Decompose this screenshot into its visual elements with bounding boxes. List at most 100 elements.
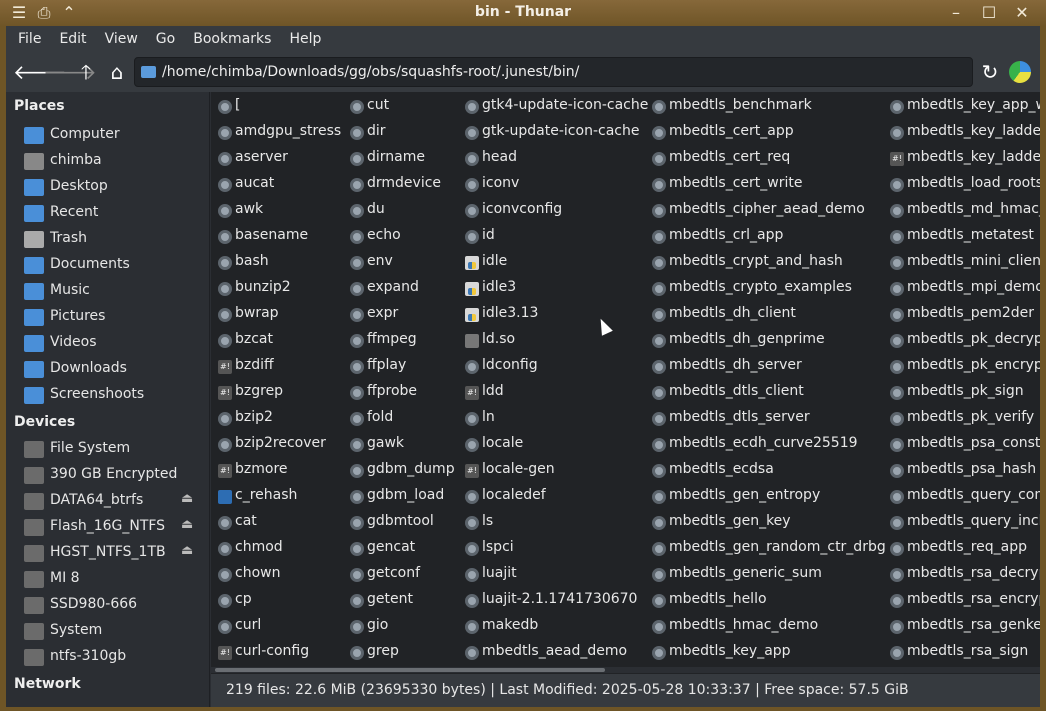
executable-gear-icon [350, 568, 364, 582]
sidebar-item-documents[interactable]: Documents [24, 254, 208, 276]
file-name: locale-gen [482, 461, 555, 477]
file-name: locale [482, 435, 524, 451]
sidebar-item-music[interactable]: Music [24, 280, 208, 302]
executable-gear-icon [218, 178, 232, 192]
file-name: curl [235, 617, 262, 633]
executable-gear-icon [890, 464, 904, 478]
executable-gear-icon [465, 568, 479, 582]
drive-icon [24, 545, 44, 562]
executable-gear-icon [350, 256, 364, 270]
sidebar-item-recent[interactable]: Recent [24, 202, 208, 224]
executable-gear-icon [890, 412, 904, 426]
executable-gear-icon [350, 594, 364, 608]
file-name: mbedtls_cert_write [669, 175, 803, 191]
drive-icon [24, 571, 44, 588]
file-name: mbedtls_rsa_sign [907, 643, 1029, 659]
file-name: mbedtls_gen_random_ctr_drbg [669, 539, 886, 555]
executable-gear-icon [890, 230, 904, 244]
file-name: bzip2recover [235, 435, 326, 451]
eject-icon[interactable]: ⏏ [181, 517, 193, 532]
sidebar-item-videos[interactable]: Videos [24, 332, 208, 354]
file-name: [ [235, 97, 241, 113]
menu-bar: File Edit View Go Bookmarks Help [6, 26, 1040, 52]
reload-icon[interactable]: ↻ [978, 60, 1002, 84]
back-icon[interactable]: 🡐 [13, 60, 67, 84]
file-name: luajit-2.1.1741730670 [482, 591, 638, 607]
menu-file[interactable]: File [9, 31, 50, 47]
maximize-icon[interactable]: ☐ [978, 3, 1000, 23]
executable-gear-icon [350, 308, 364, 322]
file-name: mbedtls_crypto_examples [669, 279, 852, 295]
menu-go[interactable]: Go [147, 31, 184, 47]
executable-gear-icon [890, 568, 904, 582]
file-name: mbedtls_dtls_server [669, 409, 810, 425]
up-icon[interactable]: 🡑 [74, 60, 98, 84]
file-name: mbedtls_cert_app [669, 123, 794, 139]
sidebar-item-computer[interactable]: Computer [24, 124, 208, 146]
executable-gear-icon [652, 464, 666, 478]
executable-gear-icon [465, 516, 479, 530]
menu-help[interactable]: Help [280, 31, 330, 47]
device-item[interactable]: DATA64_btrfs ⏏ [24, 490, 208, 512]
executable-gear-icon [350, 100, 364, 114]
file-name: lspci [482, 539, 514, 555]
scrollbar-thumb[interactable] [215, 668, 605, 672]
file-name: aucat [235, 175, 275, 191]
executable-gear-icon [652, 308, 666, 322]
close-icon[interactable]: ✕ [1011, 3, 1033, 23]
file-name: mbedtls_gen_entropy [669, 487, 821, 503]
file-name: mbedtls_metatest [907, 227, 1034, 243]
executable-gear-icon [652, 386, 666, 400]
drive-icon [24, 597, 44, 614]
sidebar-item-trash[interactable]: Trash [24, 228, 208, 250]
perl-script-icon [218, 490, 232, 504]
file-name: aserver [235, 149, 288, 165]
executable-gear-icon [350, 360, 364, 374]
library-icon [465, 334, 479, 348]
device-item[interactable]: MI 8 [24, 568, 208, 590]
device-item[interactable]: SSD980-666 [24, 594, 208, 616]
home-icon[interactable]: ⌂ [105, 60, 129, 84]
horizontal-scrollbar[interactable] [211, 667, 1040, 673]
eject-icon[interactable]: ⏏ [181, 491, 193, 506]
device-item[interactable]: File System [24, 438, 208, 460]
file-name: localedef [482, 487, 546, 503]
executable-gear-icon [652, 542, 666, 556]
device-item[interactable]: Flash_16G_NTFS ⏏ [24, 516, 208, 538]
device-item[interactable]: System [24, 620, 208, 642]
executable-gear-icon [652, 152, 666, 166]
eject-icon[interactable]: ⏏ [181, 543, 193, 558]
location-bar[interactable]: /home/chimba/Downloads/gg/obs/squashfs-r… [134, 57, 973, 87]
sidebar-item-chimba[interactable]: chimba [24, 150, 208, 172]
app-status-icon[interactable] [1009, 61, 1031, 83]
file-name: bunzip2 [235, 279, 291, 295]
location-path[interactable]: /home/chimba/Downloads/gg/obs/squashfs-r… [162, 64, 579, 80]
sidebar-item-downloads[interactable]: Downloads [24, 358, 208, 380]
device-item[interactable]: ntfs-310gb [24, 646, 208, 668]
sidebar-item-pictures[interactable]: Pictures [24, 306, 208, 328]
executable-gear-icon [218, 594, 232, 608]
device-item[interactable]: 390 GB Encrypted [24, 464, 208, 486]
place-icon [24, 205, 44, 222]
file-name: mbedtls_aead_demo [482, 643, 628, 659]
file-name: mbedtls_cert_req [669, 149, 791, 165]
menu-edit[interactable]: Edit [50, 31, 95, 47]
executable-gear-icon [218, 568, 232, 582]
executable-gear-icon [890, 334, 904, 348]
sidebar-item-screenshoots[interactable]: Screenshoots [24, 384, 208, 406]
file-name: mbedtls_pk_verify [907, 409, 1035, 425]
executable-gear-icon [465, 152, 479, 166]
drive-icon [24, 519, 44, 536]
device-item[interactable]: HGST_NTFS_1TB ⏏ [24, 542, 208, 564]
menu-view[interactable]: View [96, 31, 147, 47]
executable-gear-icon [890, 100, 904, 114]
file-name: gdbm_load [367, 487, 445, 503]
menu-bookmarks[interactable]: Bookmarks [184, 31, 280, 47]
thunar-window: File Edit View Go Bookmarks Help 🡐 🡒 🡑 ⌂… [6, 26, 1040, 707]
forward-icon[interactable]: 🡒 [43, 60, 97, 84]
file-name: mbedtls_ecdsa [669, 461, 774, 477]
file-name: mbedtls_key_ladder [907, 149, 1040, 165]
sidebar-item-desktop[interactable]: Desktop [24, 176, 208, 198]
minimize-icon[interactable]: – [945, 3, 967, 23]
file-name: mbedtls_psa_consta [907, 435, 1040, 451]
